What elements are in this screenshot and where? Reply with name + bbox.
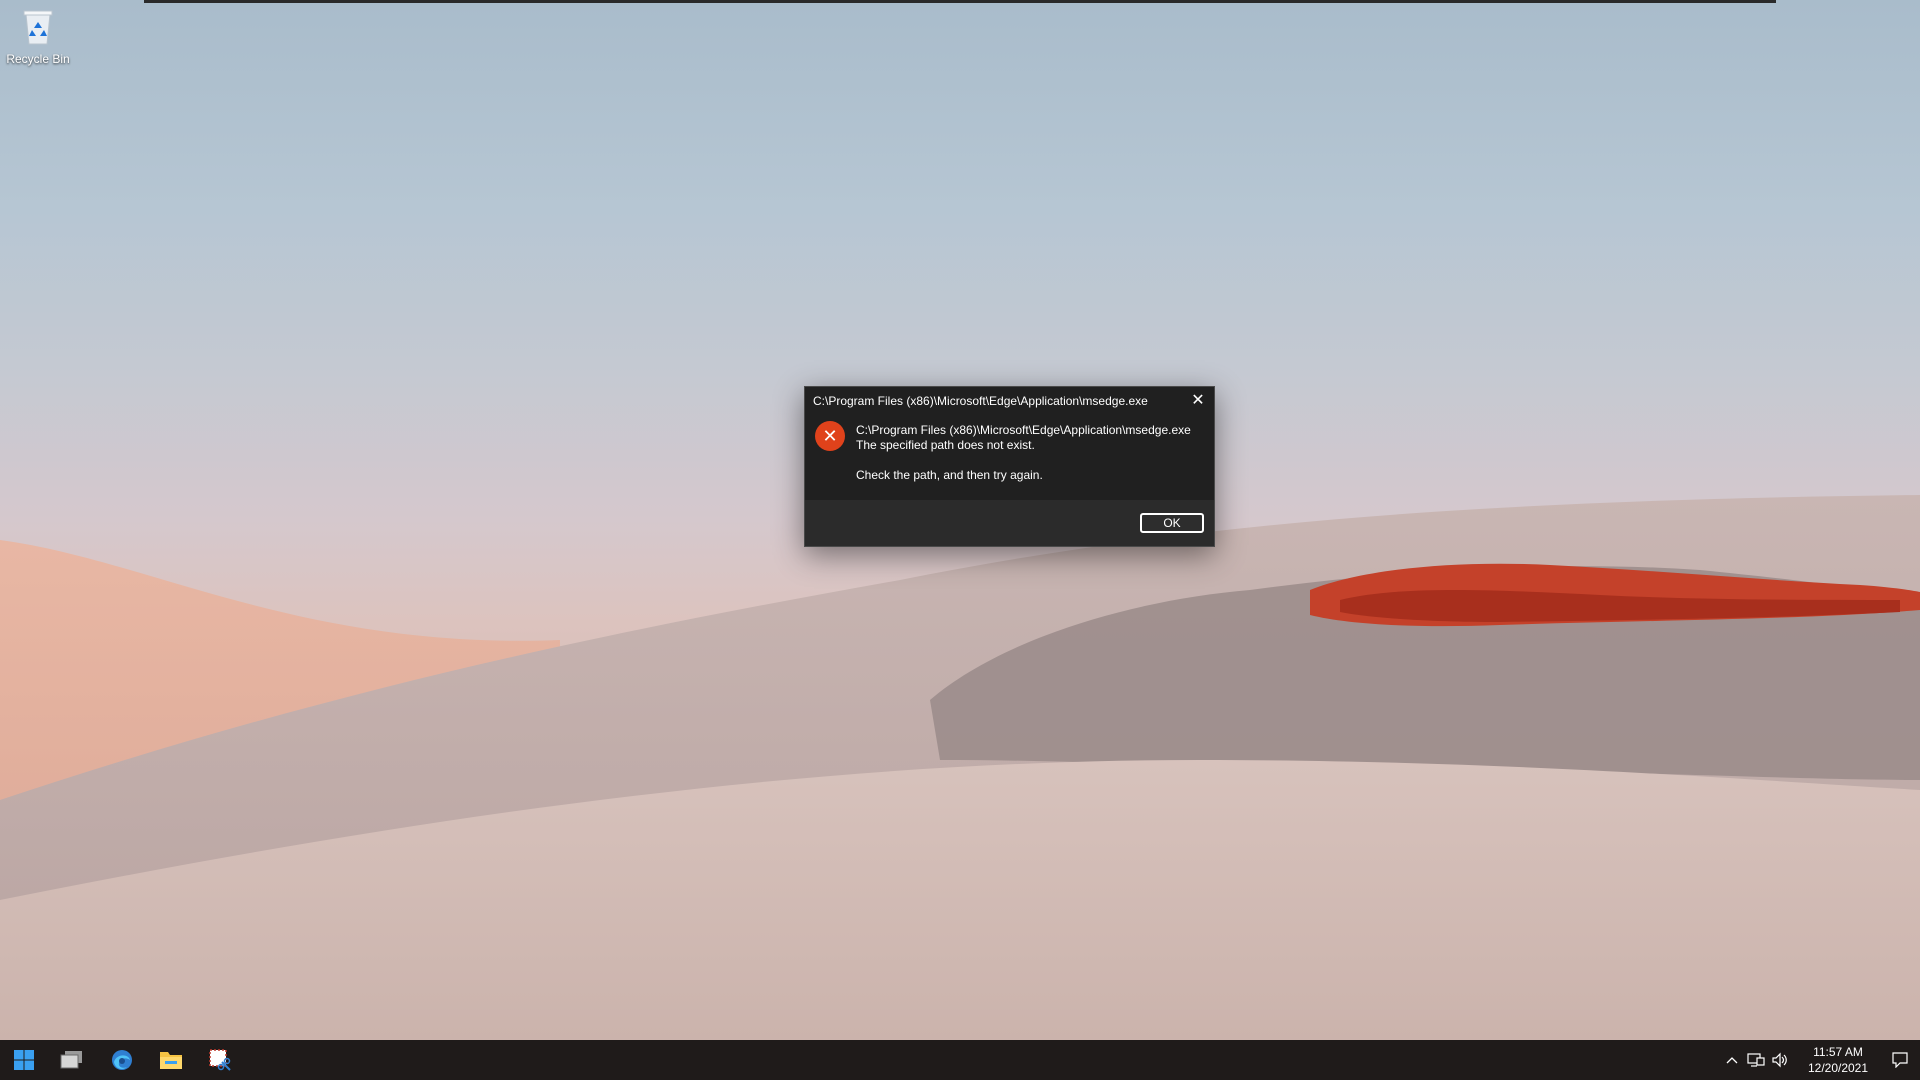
edge-button[interactable] bbox=[98, 1040, 146, 1080]
system-tray: 11:57 AM 12/20/2021 bbox=[1720, 1040, 1920, 1080]
volume-icon bbox=[1772, 1052, 1787, 1068]
error-dialog: C:\Program Files (x86)\Microsoft\Edge\Ap… bbox=[804, 386, 1215, 547]
clock[interactable]: 11:57 AM 12/20/2021 bbox=[1800, 1044, 1876, 1076]
show-hidden-icons-button[interactable] bbox=[1720, 1040, 1744, 1080]
start-button[interactable] bbox=[0, 1040, 48, 1080]
dialog-footer: OK bbox=[805, 502, 1214, 546]
task-view-button[interactable] bbox=[48, 1040, 96, 1080]
close-button[interactable]: ✕ bbox=[1182, 387, 1214, 413]
recycle-bin-icon bbox=[21, 8, 55, 46]
notification-icon bbox=[1892, 1052, 1908, 1068]
network-icon bbox=[1747, 1053, 1765, 1067]
message-hint: Check the path, and then try again. bbox=[856, 468, 1043, 482]
dialog-titlebar[interactable]: C:\Program Files (x86)\Microsoft\Edge\Ap… bbox=[805, 387, 1214, 413]
volume-button[interactable] bbox=[1768, 1040, 1792, 1080]
chevron-up-icon bbox=[1726, 1057, 1738, 1064]
top-window-edge bbox=[144, 0, 1776, 3]
network-button[interactable] bbox=[1744, 1040, 1768, 1080]
ok-button[interactable]: OK bbox=[1140, 513, 1204, 533]
snipping-tool-icon bbox=[209, 1049, 231, 1071]
file-explorer-button[interactable] bbox=[147, 1040, 195, 1080]
action-center-button[interactable] bbox=[1886, 1040, 1914, 1080]
recycle-bin-shortcut[interactable]: Recycle Bin bbox=[4, 8, 72, 66]
error-icon: ✕ bbox=[815, 421, 845, 451]
close-icon: ✕ bbox=[1191, 392, 1205, 409]
taskbar: 11:57 AM 12/20/2021 bbox=[0, 1040, 1920, 1080]
recycle-bin-label: Recycle Bin bbox=[6, 52, 70, 66]
snipping-tool-button[interactable] bbox=[196, 1040, 244, 1080]
clock-time: 11:57 AM bbox=[1813, 1045, 1863, 1059]
start-icon bbox=[14, 1050, 34, 1070]
task-view-icon bbox=[60, 1051, 82, 1069]
edge-icon bbox=[112, 1050, 132, 1070]
file-explorer-icon bbox=[160, 1052, 182, 1069]
clock-date: 12/20/2021 bbox=[1807, 1061, 1869, 1075]
message-path: C:\Program Files (x86)\Microsoft\Edge\Ap… bbox=[856, 423, 1191, 437]
dialog-title: C:\Program Files (x86)\Microsoft\Edge\Ap… bbox=[813, 394, 1148, 408]
dialog-message: C:\Program Files (x86)\Microsoft\Edge\Ap… bbox=[856, 423, 1191, 483]
desktop: Recycle Bin C:\Program Files (x86)\Micro… bbox=[0, 0, 1920, 1040]
message-error: The specified path does not exist. bbox=[856, 438, 1035, 452]
dialog-body: ✕ C:\Program Files (x86)\Microsoft\Edge\… bbox=[805, 413, 1214, 500]
